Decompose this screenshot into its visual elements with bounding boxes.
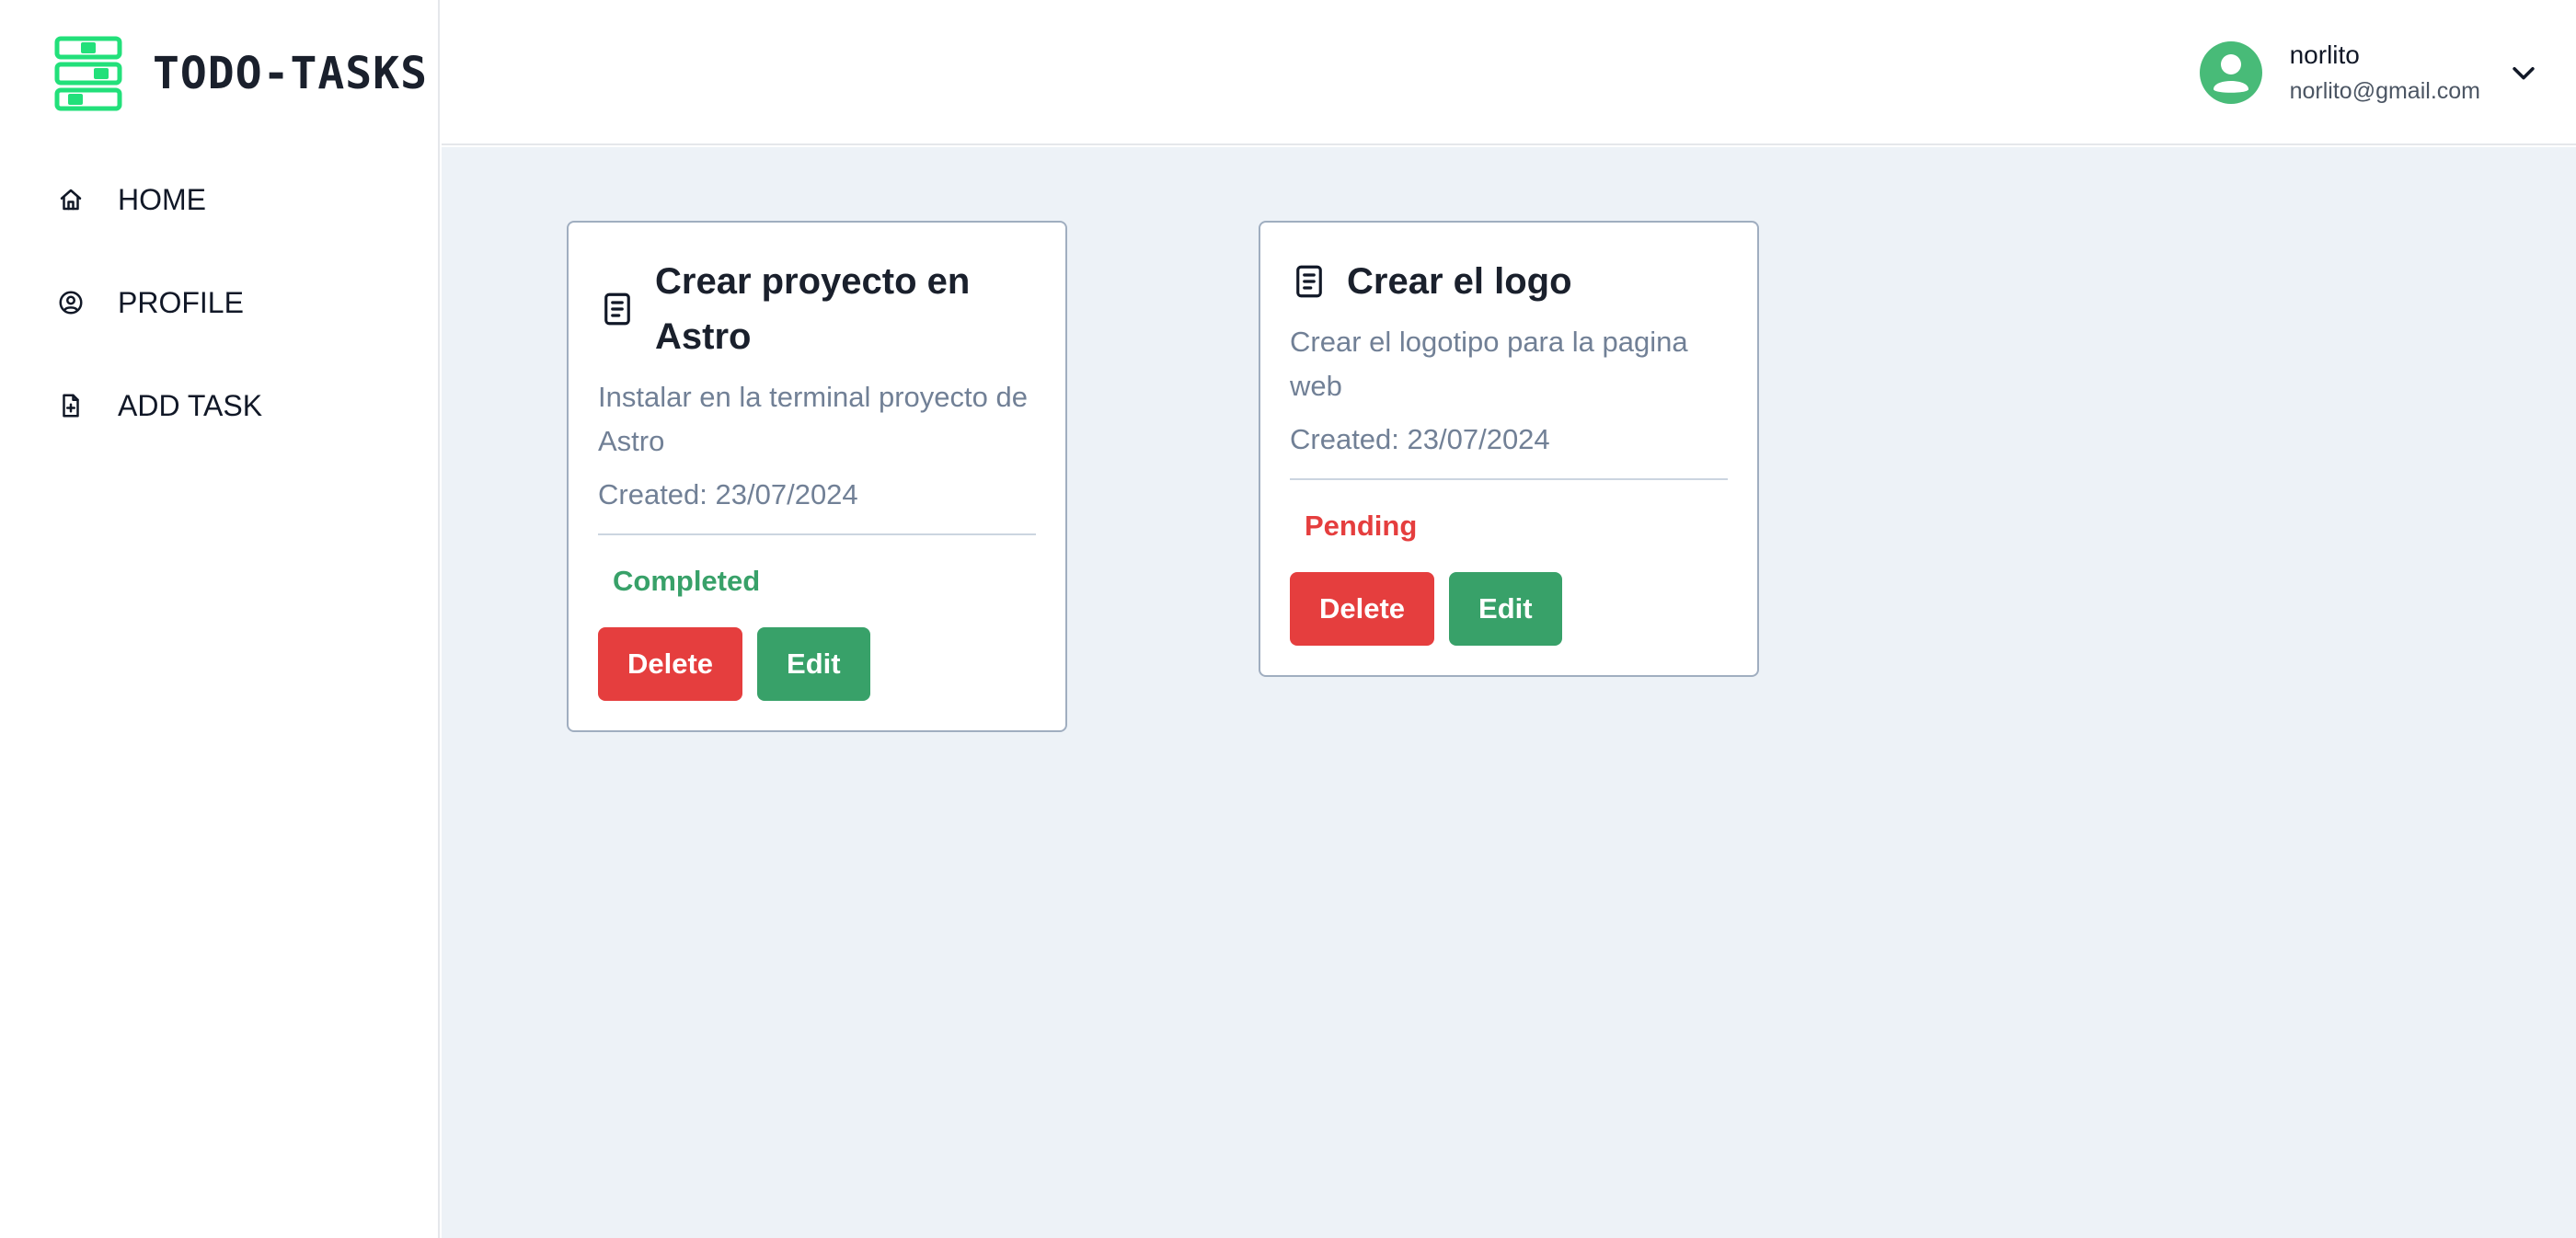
main-content: Crear proyecto en Astro Instalar en la t… — [442, 147, 2576, 1238]
sidebar: TODO-TASKS HOME PROFILE ADD TASK — [0, 0, 440, 1238]
sidebar-nav: HOME PROFILE ADD TASK — [57, 171, 262, 480]
brand[interactable]: TODO-TASKS — [53, 35, 428, 112]
task-actions: Delete Edit — [1290, 572, 1728, 646]
user-email: norlito@gmail.com — [2289, 78, 2480, 104]
delete-button[interactable]: Delete — [598, 627, 743, 701]
document-icon — [604, 292, 630, 326]
brand-name: TODO-TASKS — [153, 48, 428, 99]
task-title: Crear el logo — [1347, 261, 1572, 302]
task-list: Crear proyecto en Astro Instalar en la t… — [567, 221, 1950, 732]
document-icon — [1296, 265, 1322, 298]
file-plus-icon — [63, 394, 79, 418]
top-header: norlito norlito@gmail.com — [442, 0, 2576, 145]
task-created-date: Created: 23/07/2024 — [1290, 421, 1728, 480]
sidebar-item-label: HOME — [118, 182, 206, 216]
task-title: Crear proyecto en Astro — [655, 261, 971, 357]
chevron-down-icon[interactable] — [2508, 57, 2539, 88]
status-badge: Completed — [613, 565, 761, 597]
sidebar-item-add-task[interactable]: ADD TASK — [57, 377, 262, 434]
logo-icon — [54, 36, 122, 111]
status-badge: Pending — [1305, 510, 1418, 542]
edit-button[interactable]: Edit — [757, 627, 870, 701]
sidebar-item-home[interactable]: HOME — [57, 171, 262, 228]
task-actions: Delete Edit — [598, 627, 1036, 701]
task-card: Crear proyecto en Astro Instalar en la t… — [567, 221, 1067, 732]
user-info: norlito norlito@gmail.com — [2290, 37, 2480, 109]
user-name: norlito — [2289, 40, 2360, 69]
user-circle-icon — [59, 291, 83, 315]
sidebar-item-label: PROFILE — [118, 285, 244, 319]
user-menu[interactable]: norlito norlito@gmail.com — [2199, 37, 2539, 109]
sidebar-item-profile[interactable]: PROFILE — [57, 274, 262, 331]
task-card: Crear el logo Crear el logotipo para la … — [1259, 221, 1759, 677]
task-created-date: Created: 23/07/2024 — [598, 476, 1036, 535]
sidebar-item-label: ADD TASK — [118, 388, 263, 422]
task-description: Instalar en la terminal proyecto de Astr… — [598, 381, 1028, 457]
edit-button[interactable]: Edit — [1449, 572, 1562, 646]
delete-button[interactable]: Delete — [1290, 572, 1435, 646]
task-description: Crear el logotipo para la pagina web — [1290, 326, 1688, 402]
avatar-icon — [2199, 41, 2262, 104]
home-icon — [60, 189, 82, 211]
